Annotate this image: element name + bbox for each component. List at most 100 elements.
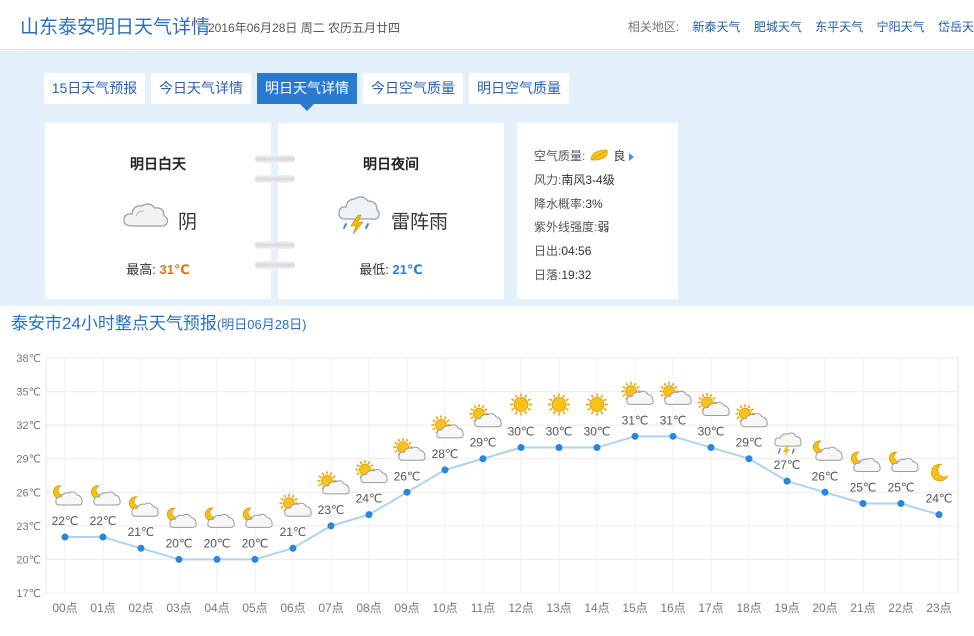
temperature-point <box>99 533 107 541</box>
x-tick-label: 07点 <box>318 601 343 615</box>
night-temp-label: 最低: <box>359 262 389 277</box>
sunset-row: 日落:19:32 <box>534 266 591 283</box>
day-high-temp: 31℃ <box>159 262 190 277</box>
wind-value: 南风3-4级 <box>561 173 615 187</box>
x-tick-label: 18点 <box>736 601 761 615</box>
uv-row: 紫外线强度:弱 <box>534 218 609 235</box>
thunderstorm-icon <box>338 196 380 235</box>
tab-today-air-quality[interactable]: 今日空气质量 <box>363 73 463 104</box>
x-tick-label: 09点 <box>394 601 419 615</box>
x-tick-label: 22点 <box>888 601 913 615</box>
rain-chance-row: 降水概率:3% <box>534 195 603 212</box>
temperature-point <box>403 488 411 496</box>
header-date: 2016年06月28日 周二 农历五月廿四 <box>208 21 401 35</box>
temperature-point <box>783 477 791 485</box>
temperature-point <box>707 444 715 452</box>
x-tick-label: 01点 <box>90 601 115 615</box>
temperature-point <box>137 544 145 552</box>
sunrise-row: 日出:04:56 <box>534 242 591 259</box>
sunrise-value: 04:56 <box>561 244 592 258</box>
temperature-point <box>859 499 867 507</box>
y-tick-label: 26℃ <box>16 487 41 499</box>
page-title: 山东泰安明日天气详情 <box>20 17 211 38</box>
y-tick-label: 32℃ <box>16 420 41 432</box>
temperature-label: 25℃ <box>850 480 877 494</box>
tab-tomorrow-air-quality[interactable]: 明日空气质量 <box>469 73 569 104</box>
x-tick-label: 10点 <box>432 601 457 615</box>
leaf-icon <box>590 149 609 161</box>
x-tick-label: 08点 <box>356 601 381 615</box>
rain-chance-label: 降水概率: <box>534 197 586 211</box>
hourly-temperature-chart: 17℃ 20℃ 23℃ 26℃ 29℃ 32℃ 35℃ 38℃ 00点 01点 02点 03点 04点 0… <box>16 353 959 615</box>
temperature-point <box>327 522 335 530</box>
binder-ring <box>255 153 295 165</box>
temperature-point <box>365 511 373 519</box>
night-title: 明日夜间 <box>363 156 419 172</box>
x-tick-label: 21点 <box>850 601 875 615</box>
overcast-icon <box>123 203 169 227</box>
temperature-point <box>251 555 259 563</box>
temperature-label: 21℃ <box>128 525 155 539</box>
wind-label: 风力: <box>534 173 562 187</box>
temperature-label: 27℃ <box>774 458 801 472</box>
temperature-label: 20℃ <box>166 536 193 550</box>
tab-today-detail[interactable]: 今日天气详情 <box>151 73 251 104</box>
x-tick-label: 20点 <box>812 601 837 615</box>
temperature-label: 30℃ <box>698 425 725 439</box>
air-quality-value: 良 <box>613 149 626 163</box>
temperature-label: 28℃ <box>432 447 459 461</box>
y-tick-label: 17℃ <box>16 588 41 600</box>
x-tick-label: 05点 <box>242 601 267 615</box>
temperature-point <box>213 555 221 563</box>
related-link-feicheng[interactable]: 肥城天气 <box>754 20 802 34</box>
temperature-point <box>441 466 449 474</box>
sunset-label: 日落: <box>534 268 562 282</box>
night-temp-row: 最低: 21℃ <box>278 259 504 278</box>
x-tick-label: 23点 <box>926 601 951 615</box>
day-temp-row: 最高: 31℃ <box>45 259 271 278</box>
temperature-label: 22℃ <box>90 514 117 528</box>
air-quality-row[interactable]: 空气质量: 良 <box>534 147 635 164</box>
temperature-label: 22℃ <box>52 514 79 528</box>
arrow-right-icon <box>629 152 635 161</box>
sunset-value: 19:32 <box>561 268 592 282</box>
binder-ring <box>255 173 295 185</box>
x-tick-label: 04点 <box>204 601 229 615</box>
temperature-point <box>669 432 677 440</box>
page-header: 山东泰安明日天气详情 2016年06月28日 周二 农历五月廿四 相关地区: 新… <box>0 0 974 50</box>
related-link-daiyue[interactable]: 岱岳天 <box>938 20 974 34</box>
day-title: 明日白天 <box>130 156 186 172</box>
related-link-ningyang[interactable]: 宁阳天气 <box>877 20 925 34</box>
uv-label: 紫外线强度: <box>534 220 598 234</box>
related-link-dongping[interactable]: 东平天气 <box>815 20 863 34</box>
temperature-label: 24℃ <box>926 492 953 506</box>
night-card: 明日夜间 雷阵雨 最低: 21℃ <box>278 123 504 299</box>
related-link-xintai[interactable]: 新泰天气 <box>693 20 741 34</box>
x-tick-label: 14点 <box>584 601 609 615</box>
day-weather: 阴 <box>178 212 198 233</box>
temperature-point <box>593 444 601 452</box>
x-tick-label: 06点 <box>280 601 305 615</box>
rain-chance-value: 3% <box>585 197 603 211</box>
binder-ring <box>255 259 295 271</box>
temperature-point <box>517 444 525 452</box>
tab-15day-forecast[interactable]: 15日天气预报 <box>44 73 145 104</box>
tab-tomorrow-detail[interactable]: 明日天气详情 <box>257 73 357 111</box>
night-low-temp: 21℃ <box>392 262 423 277</box>
chart-title-sub: (明日06月28日) <box>216 317 307 332</box>
temperature-point <box>289 544 297 552</box>
temperature-point <box>175 555 183 563</box>
temperature-point <box>61 533 69 541</box>
temperature-point <box>821 488 829 496</box>
y-tick-label: 35℃ <box>16 387 41 399</box>
x-tick-label: 19点 <box>774 601 799 615</box>
temperature-label: 29℃ <box>736 436 763 450</box>
detail-panel: 15日天气预报 今日天气详情 明日天气详情 今日空气质量 明日空气质量 明日白天… <box>0 51 974 306</box>
temperature-point <box>897 499 905 507</box>
x-tick-label: 03点 <box>166 601 191 615</box>
temperature-label: 31℃ <box>660 413 687 427</box>
y-tick-label: 29℃ <box>16 454 41 466</box>
y-tick-label: 38℃ <box>16 353 41 365</box>
x-tick-label: 11点 <box>471 601 495 615</box>
air-quality-label: 空气质量: <box>534 149 586 163</box>
